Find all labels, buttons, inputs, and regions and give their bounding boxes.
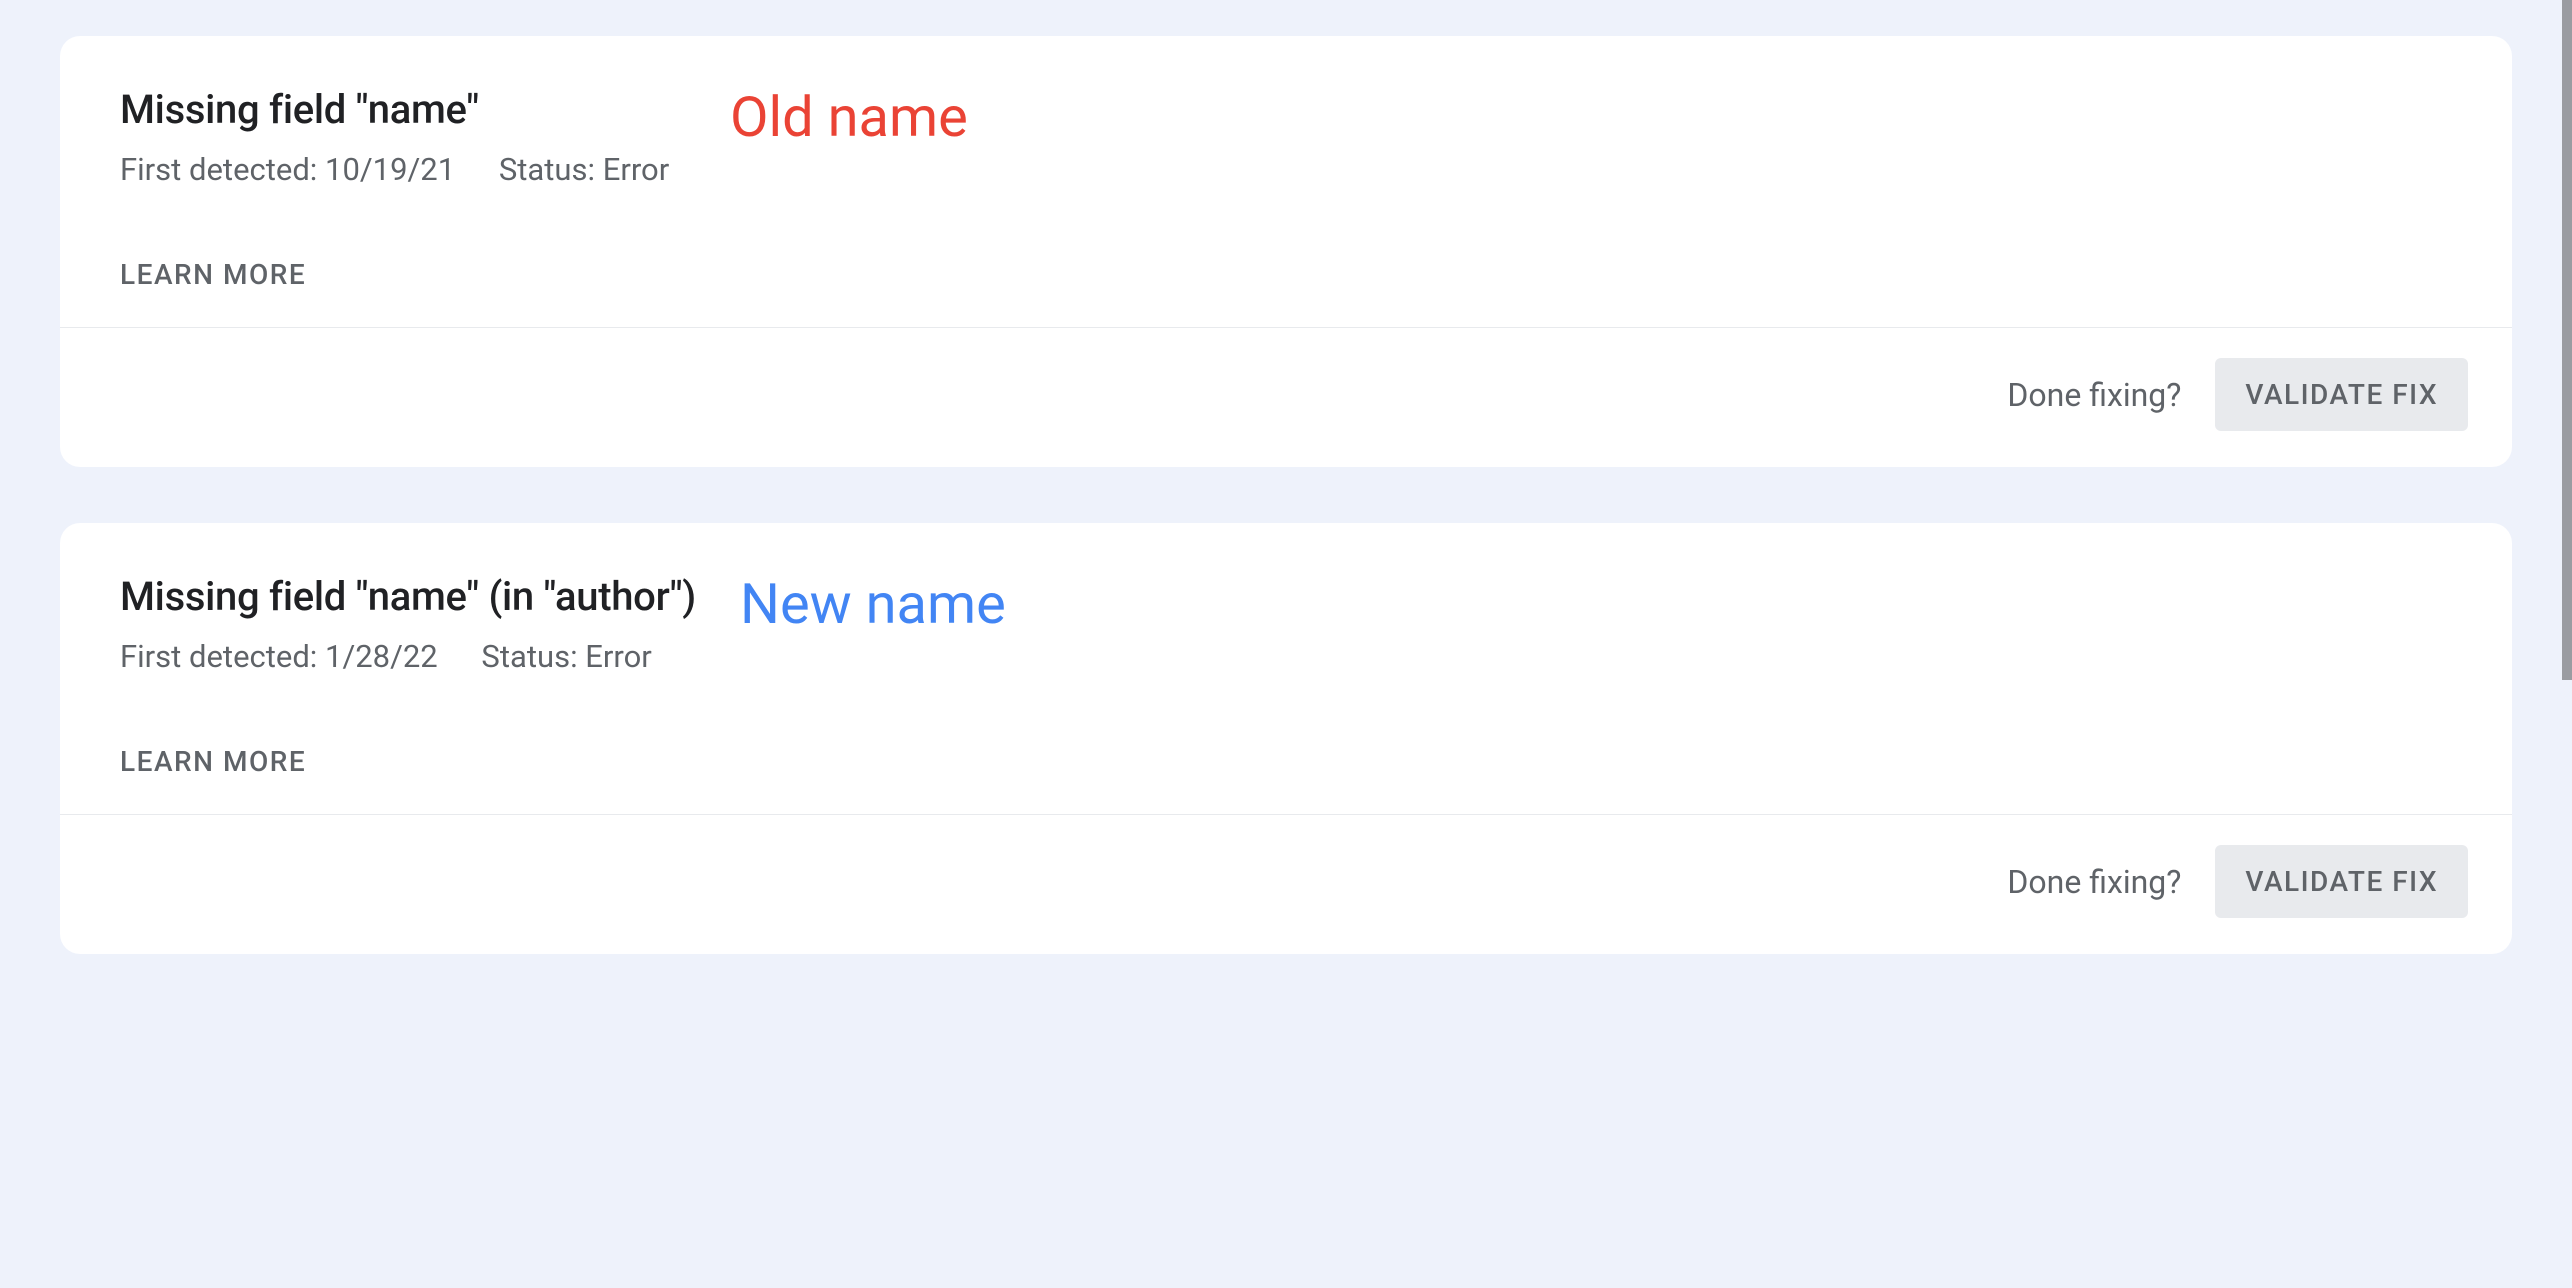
issue-title: Missing field "name" (in "author"): [120, 573, 2452, 620]
first-detected-label: First detected:: [120, 638, 317, 675]
validate-fix-button[interactable]: VALIDATE FIX: [2215, 358, 2468, 431]
annotation-old-name: Old name: [730, 84, 968, 150]
status-label: Status:: [481, 638, 577, 675]
status: Status: Error: [481, 638, 651, 675]
done-fixing-text: Done fixing?: [2007, 863, 2181, 901]
status: Status: Error: [499, 151, 669, 188]
card-footer: Done fixing? VALIDATE FIX: [60, 815, 2512, 954]
first-detected-value: 1/28/22: [325, 638, 438, 675]
done-fixing-text: Done fixing?: [2007, 376, 2181, 414]
status-value: Error: [585, 638, 652, 675]
meta-line: First detected: 10/19/21 Status: Error: [120, 151, 2452, 188]
learn-more-section: LEARN MORE: [60, 675, 2512, 814]
status-label: Status:: [499, 151, 595, 188]
status-value: Error: [603, 151, 670, 188]
card-footer: Done fixing? VALIDATE FIX: [60, 328, 2512, 467]
first-detected: First detected: 10/19/21: [120, 151, 455, 188]
first-detected: First detected: 1/28/22: [120, 638, 438, 675]
first-detected-label: First detected:: [120, 151, 317, 188]
learn-more-link[interactable]: LEARN MORE: [120, 258, 306, 291]
annotation-new-name: New name: [740, 571, 1006, 637]
scrollbar[interactable]: [2562, 0, 2572, 680]
learn-more-section: LEARN MORE: [60, 188, 2512, 327]
issue-card-old: Missing field "name" First detected: 10/…: [60, 36, 2512, 467]
issue-title: Missing field "name": [120, 86, 2452, 133]
card-header: Missing field "name" First detected: 10/…: [60, 36, 2512, 188]
validate-fix-button[interactable]: VALIDATE FIX: [2215, 845, 2468, 918]
learn-more-link[interactable]: LEARN MORE: [120, 745, 306, 778]
meta-line: First detected: 1/28/22 Status: Error: [120, 638, 2452, 675]
issue-card-new: Missing field "name" (in "author") First…: [60, 523, 2512, 954]
first-detected-value: 10/19/21: [325, 151, 455, 188]
card-header: Missing field "name" (in "author") First…: [60, 523, 2512, 675]
